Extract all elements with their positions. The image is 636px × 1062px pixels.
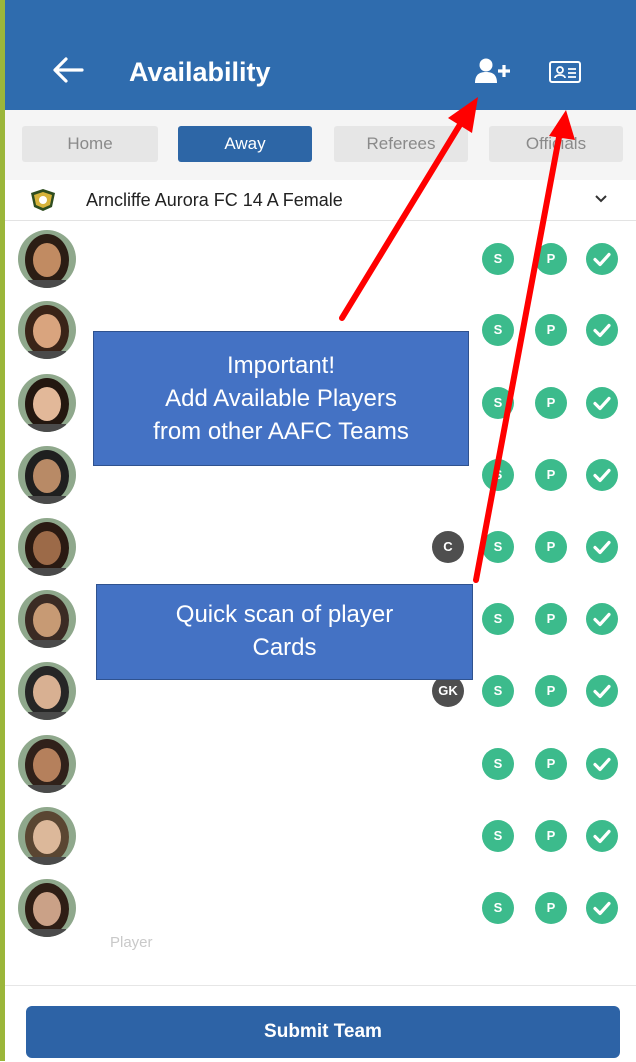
tab-bar: Home Away Referees Officials — [0, 110, 636, 180]
player-row[interactable]: SP — [0, 226, 636, 298]
available-check-icon[interactable] — [586, 243, 618, 275]
add-user-icon[interactable] — [474, 57, 514, 85]
available-check-icon[interactable] — [586, 531, 618, 563]
player-avatar[interactable] — [18, 879, 76, 937]
available-check-icon[interactable] — [586, 603, 618, 635]
player-avatar[interactable] — [18, 590, 76, 648]
player-badge[interactable]: P — [535, 820, 567, 852]
player-badge[interactable]: P — [535, 314, 567, 346]
player-row[interactable]: SP — [0, 731, 636, 803]
tab-officials[interactable]: Officials — [489, 126, 623, 162]
team-crest-icon — [31, 189, 55, 211]
bottom-bar: Submit Team — [0, 985, 636, 1062]
player-avatar[interactable] — [18, 518, 76, 576]
starter-badge[interactable]: S — [482, 243, 514, 275]
chevron-down-icon[interactable] — [594, 192, 608, 206]
available-check-icon[interactable] — [586, 892, 618, 924]
player-badge[interactable]: P — [535, 243, 567, 275]
player-avatar[interactable] — [18, 230, 76, 288]
player-card-icon[interactable] — [548, 60, 582, 84]
player-avatar[interactable] — [18, 662, 76, 720]
tab-referees[interactable]: Referees — [334, 126, 468, 162]
back-arrow-icon[interactable] — [52, 56, 84, 84]
app-header: Availability — [0, 0, 636, 110]
player-avatar[interactable] — [18, 301, 76, 359]
available-check-icon[interactable] — [586, 675, 618, 707]
player-badge[interactable]: P — [535, 892, 567, 924]
available-check-icon[interactable] — [586, 314, 618, 346]
role-badge: C — [432, 531, 464, 563]
callout-line: Quick scan of player — [175, 601, 394, 628]
page-title: Availability — [129, 57, 271, 87]
callout-line: Important! — [226, 352, 336, 379]
available-check-icon[interactable] — [586, 820, 618, 852]
starter-badge[interactable]: S — [482, 314, 514, 346]
starter-badge[interactable]: S — [482, 459, 514, 491]
player-badge[interactable]: P — [535, 387, 567, 419]
starter-badge[interactable]: S — [482, 748, 514, 780]
player-avatar[interactable] — [18, 374, 76, 432]
player-row[interactable]: SP — [0, 803, 636, 875]
starter-badge[interactable]: S — [482, 675, 514, 707]
player-badge[interactable]: P — [535, 748, 567, 780]
team-name: Arncliffe Aurora FC 14 A Female — [86, 190, 343, 210]
player-badge[interactable]: P — [535, 531, 567, 563]
player-badge[interactable]: P — [535, 459, 567, 491]
starter-badge[interactable]: S — [482, 603, 514, 635]
callout-line: from other AAFC Teams — [153, 418, 409, 445]
player-avatar[interactable] — [18, 446, 76, 504]
starter-badge[interactable]: S — [482, 892, 514, 924]
starter-badge[interactable]: S — [482, 531, 514, 563]
callout-line: Cards — [252, 634, 317, 661]
slide-edge-bar — [0, 0, 5, 1061]
available-check-icon[interactable] — [586, 387, 618, 419]
submit-team-button[interactable]: Submit Team — [26, 1006, 620, 1058]
callout-add-players: Important! Add Available Players from ot… — [93, 331, 469, 466]
player-avatar[interactable] — [18, 735, 76, 793]
tab-away[interactable]: Away — [178, 126, 312, 162]
callout-line: Add Available Players — [165, 385, 397, 412]
player-row[interactable]: CSP — [0, 514, 636, 586]
callout-quick-scan: Quick scan of player Cards — [96, 584, 473, 680]
player-row[interactable]: SP — [0, 875, 636, 947]
player-avatar[interactable] — [18, 807, 76, 865]
starter-badge[interactable]: S — [482, 820, 514, 852]
tab-home[interactable]: Home — [22, 126, 158, 162]
player-badge[interactable]: P — [535, 675, 567, 707]
available-check-icon[interactable] — [586, 748, 618, 780]
available-check-icon[interactable] — [586, 459, 618, 491]
player-badge[interactable]: P — [535, 603, 567, 635]
team-selector[interactable]: Arncliffe Aurora FC 14 A Female — [0, 180, 636, 221]
player-caption: Player — [110, 934, 153, 951]
starter-badge[interactable]: S — [482, 387, 514, 419]
